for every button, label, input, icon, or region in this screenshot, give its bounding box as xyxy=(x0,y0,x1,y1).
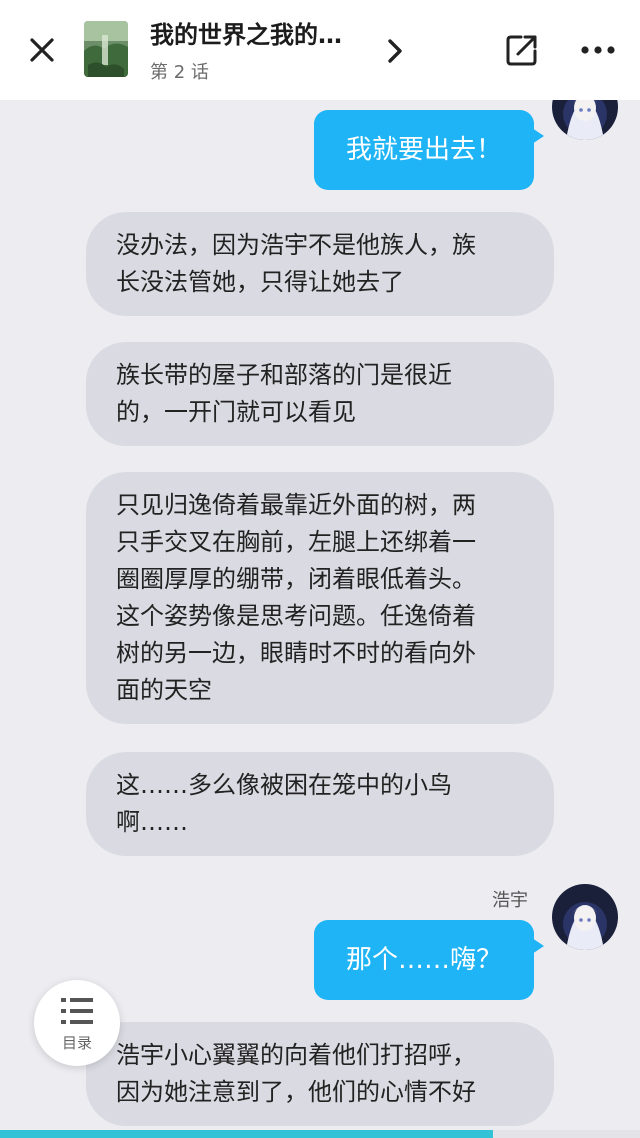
speaker-name: 浩宇 xyxy=(492,890,528,911)
narration-line: 啊…… xyxy=(116,808,188,836)
catalog-button[interactable]: 目录 xyxy=(34,980,120,1066)
narration-line: 面的天空 xyxy=(116,676,212,704)
reading-progress-bar xyxy=(0,1130,640,1138)
narration-line: 浩宇小心翼翼的向着他们打招呼， xyxy=(116,1041,476,1069)
narration-bubble: 浩宇小心翼翼的向着他们打招呼， 因为她注意到了，他们的心情不好 xyxy=(86,1022,554,1126)
narration-line: 因为她注意到了，他们的心情不好 xyxy=(116,1078,476,1106)
narration-line: 圈圈厚厚的绷带，闭着眼低着头。 xyxy=(116,565,476,593)
user-message-bubble: 我就要出去！ xyxy=(314,110,544,190)
narration-line: 的，一开门就可以看见 xyxy=(116,398,356,426)
top-bar: 我的世界之我的… 第 2 话 xyxy=(0,0,640,100)
user-message-text: 那个……嗨？ xyxy=(345,945,502,975)
share-icon[interactable] xyxy=(504,32,540,68)
close-icon[interactable] xyxy=(26,34,58,66)
narration-line: 树的另一边，眼睛时不时的看向外 xyxy=(116,639,476,667)
narration-bubble: 族长带的屋子和部落的门是很近 的，一开门就可以看见 xyxy=(86,342,554,446)
story-title[interactable]: 我的世界之我的… xyxy=(150,15,342,50)
user-message-text: 我就要出去！ xyxy=(345,135,502,165)
narration-line: 只见归逸倚着最靠近外面的树，两 xyxy=(116,491,476,519)
chat-area[interactable]: 我就要出去！ 没办法，因为浩宇不是他族人，族 长没法管她，只得让她去了 族长带的… xyxy=(0,100,640,1138)
reading-progress-fill xyxy=(0,1130,493,1138)
catalog-label: 目录 xyxy=(61,1034,92,1052)
character-avatar[interactable] xyxy=(552,100,618,140)
narration-bubble: 只见归逸倚着最靠近外面的树，两 只手交叉在胸前，左腿上还绑着一 圈圈厚厚的绷带，… xyxy=(86,472,554,724)
narration-line: 只手交叉在胸前，左腿上还绑着一 xyxy=(116,528,476,556)
chevron-right-icon[interactable] xyxy=(384,38,406,64)
character-avatar[interactable] xyxy=(552,884,618,950)
narration-line: 这……多么像被困在笼中的小鸟 xyxy=(116,771,452,799)
narration-line: 没办法，因为浩宇不是他族人，族 xyxy=(116,231,476,259)
book-cover-thumbnail[interactable] xyxy=(84,21,128,77)
list-icon xyxy=(61,998,93,1024)
narration-bubble: 这……多么像被困在笼中的小鸟 啊…… xyxy=(86,752,554,856)
narration-bubble: 没办法，因为浩宇不是他族人，族 长没法管她，只得让她去了 xyxy=(86,212,554,316)
narration-line: 这个姿势像是思考问题。任逸倚着 xyxy=(116,602,476,630)
narration-line: 族长带的屋子和部落的门是很近 xyxy=(116,361,452,389)
chapter-label: 第 2 话 xyxy=(150,62,209,83)
more-icon[interactable] xyxy=(578,36,618,64)
user-message-bubble: 那个……嗨？ xyxy=(314,920,544,1000)
narration-line: 长没法管她，只得让她去了 xyxy=(116,268,404,296)
